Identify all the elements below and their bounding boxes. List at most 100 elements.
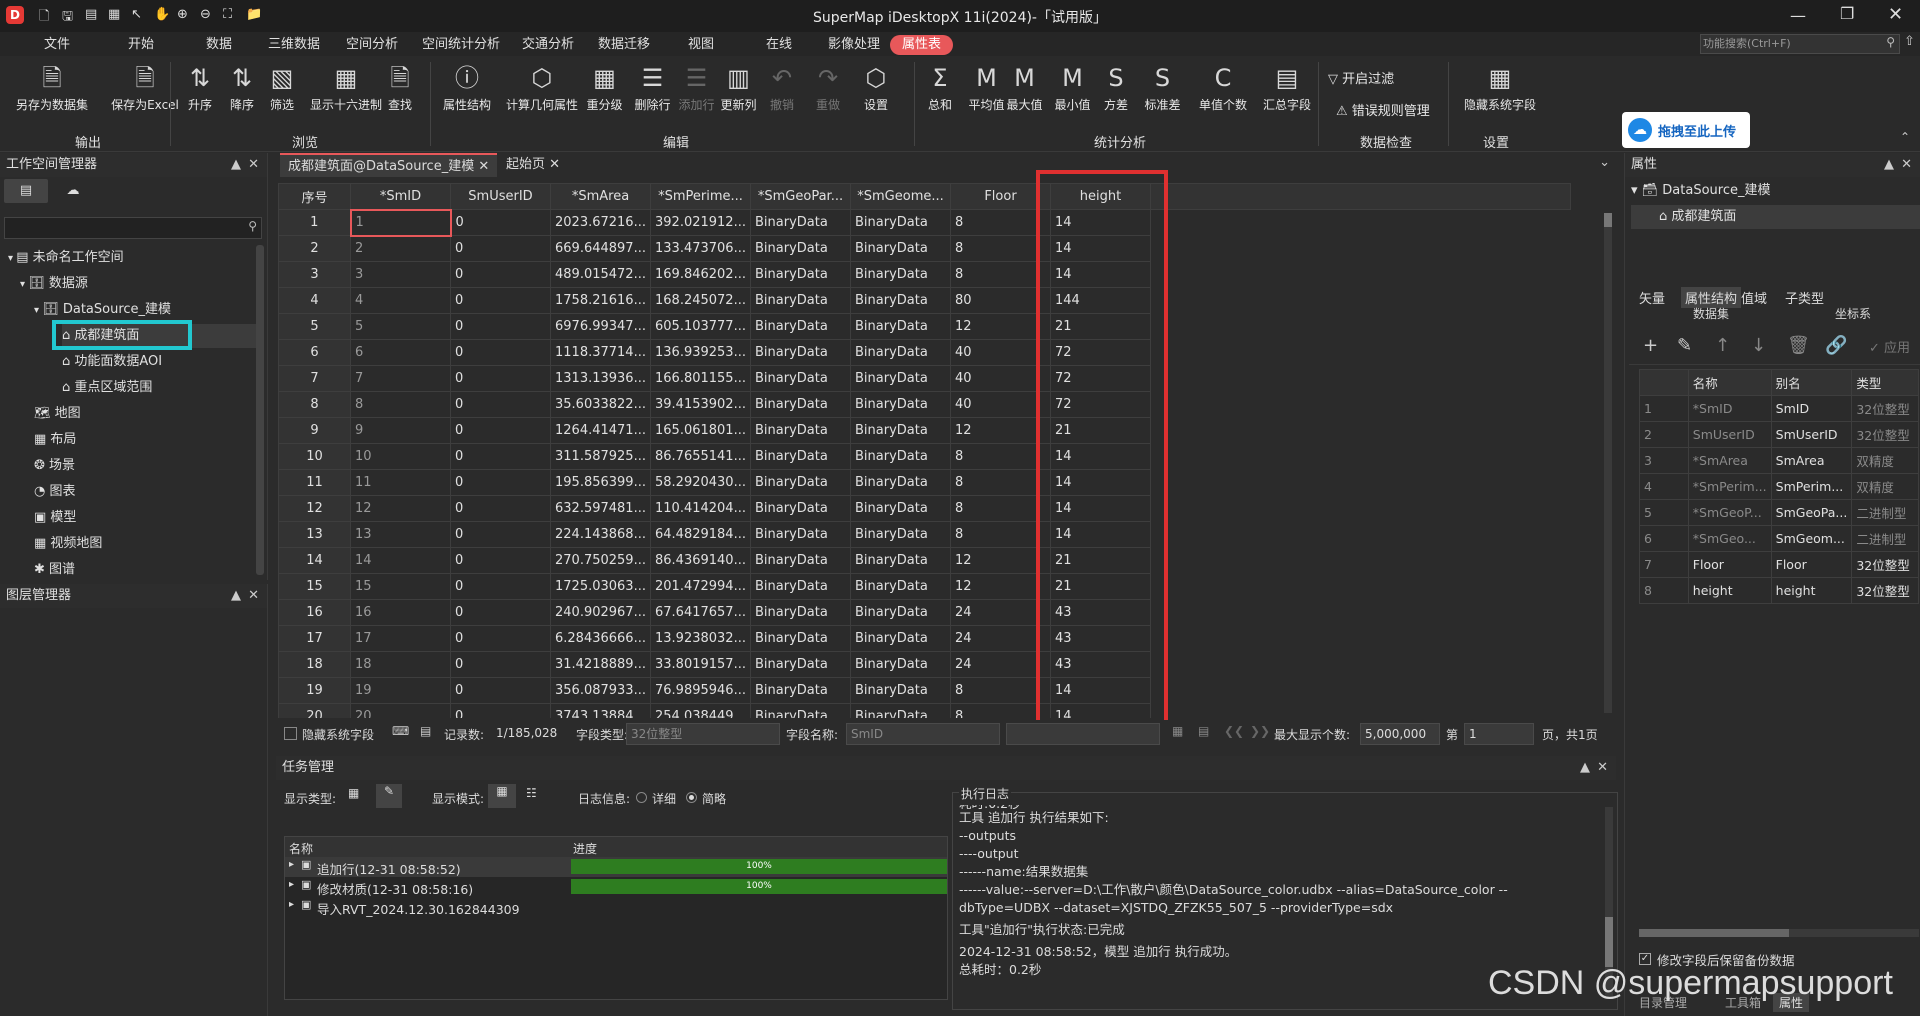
prop-cell[interactable]: 32位整型: [1851, 421, 1919, 448]
table-cell[interactable]: 1118.37714...: [550, 339, 651, 366]
menu-tab-8[interactable]: 视图: [682, 35, 720, 55]
hide-system-checkbox[interactable]: [284, 727, 297, 740]
table-cell[interactable]: 8: [350, 391, 451, 418]
column-header[interactable]: *SmID: [350, 183, 451, 210]
table-cell[interactable]: 1313.13936...: [550, 365, 651, 392]
prop-cell[interactable]: 二进制型: [1851, 525, 1919, 552]
move-up-icon[interactable]: ↑: [1715, 335, 1730, 356]
table-cell[interactable]: 10: [278, 443, 351, 470]
calendar-icon[interactable]: ▦: [348, 786, 359, 800]
prop-cell[interactable]: SmGeoPa...: [1770, 499, 1853, 526]
menu-tab-10[interactable]: 影像处理: [822, 35, 886, 55]
prop-cell[interactable]: SmPerim...: [1770, 473, 1853, 500]
table-cell[interactable]: BinaryData: [750, 677, 851, 704]
table-cell[interactable]: 17: [350, 625, 451, 652]
table-cell[interactable]: 0: [450, 339, 551, 366]
table-scrollbar[interactable]: [1604, 213, 1612, 713]
ribbon-browse-button-4[interactable]: 🗎 查找: [380, 60, 420, 124]
list-icon[interactable]: ▤: [1198, 724, 1209, 738]
apply-button[interactable]: ✓ 应用: [1869, 337, 1910, 356]
close-window-icon[interactable]: ✕: [1888, 4, 1903, 25]
prop-cell[interactable]: SmUserID: [1770, 421, 1853, 448]
table-cell[interactable]: 0: [450, 573, 551, 600]
table-cell[interactable]: BinaryData: [850, 339, 951, 366]
table-row[interactable]: 6 6 0 1118.37714... 136.939253... BinaryData B…: [278, 339, 1571, 366]
table-cell[interactable]: 20: [278, 703, 351, 718]
close-icon[interactable]: ✕: [1901, 153, 1912, 177]
ribbon-edit-button-5[interactable]: ▥ 更新列: [714, 60, 763, 124]
table-cell[interactable]: 6: [350, 339, 451, 366]
table-cell[interactable]: BinaryData: [750, 235, 851, 262]
workspace-tree-item-2[interactable]: ▾ 🗄 DataSource_建模: [34, 298, 171, 322]
table-cell[interactable]: 0: [450, 703, 551, 718]
column-header[interactable]: *SmGeome...: [850, 183, 951, 210]
ribbon-stats-button-4[interactable]: S 方差: [1096, 60, 1136, 124]
expand-arrow-icon[interactable]: ▸: [289, 879, 294, 890]
menu-tab-9[interactable]: 在线: [760, 35, 798, 55]
table-cell[interactable]: 39.4153902...: [650, 391, 751, 418]
table-cell[interactable]: 0: [450, 677, 551, 704]
resource-tab-icon[interactable]: ☁: [58, 179, 88, 203]
prop-cell[interactable]: *SmPerim...: [1687, 473, 1772, 500]
table-cell[interactable]: BinaryData: [750, 287, 851, 314]
table-cell[interactable]: BinaryData: [850, 547, 951, 574]
table-cell[interactable]: BinaryData: [850, 443, 951, 470]
prop-cell[interactable]: 4: [1639, 473, 1689, 500]
table-row[interactable]: 20 20 0 3743.13884... 254.038449... BinaryDat…: [278, 703, 1571, 718]
ribbon-settings-button-0[interactable]: ▦ 隐藏系统字段: [1456, 60, 1544, 124]
prop-cell[interactable]: height: [1770, 577, 1853, 604]
workspace-tree-item-5[interactable]: ⌂ 重点区域范围: [62, 376, 152, 400]
ribbon-edit-button-0[interactable]: ⓘ 属性结构: [436, 60, 498, 124]
table-cell[interactable]: BinaryData: [750, 703, 851, 718]
table-row[interactable]: 1 1 0 2023.67216... 392.021912... BinaryData B…: [278, 208, 1571, 237]
table-row[interactable]: 18 18 0 31.4218889... 33.8019157... BinaryDat…: [278, 651, 1571, 678]
table-row[interactable]: 11 11 0 195.856399... 58.2920430... BinaryDat…: [278, 469, 1571, 496]
table-cell[interactable]: 18: [350, 651, 451, 678]
grid-mode-icon[interactable]: ▦: [488, 784, 516, 808]
prop-row[interactable]: 6 *SmGeo... SmGeom... 二进制型: [1639, 525, 1919, 552]
table-cell[interactable]: 1: [278, 209, 351, 236]
table-cell[interactable]: BinaryData: [850, 235, 951, 262]
table-row[interactable]: 7 7 0 1313.13936... 166.801155... BinaryData B…: [278, 365, 1571, 392]
table-cell[interactable]: 254.038449...: [650, 703, 751, 718]
prev-page-icon[interactable]: ❮❮: [1224, 724, 1244, 738]
prop-cell[interactable]: height: [1687, 577, 1772, 604]
detail-radio[interactable]: [636, 792, 647, 803]
menu-tab-6[interactable]: 交通分析: [516, 35, 580, 55]
add-field-icon[interactable]: +: [1643, 335, 1658, 356]
expand-arrow-icon[interactable]: ▾: [20, 279, 28, 290]
menu-tab-0[interactable]: 文件: [38, 35, 76, 55]
table-cell[interactable]: 86.4369140...: [650, 547, 751, 574]
table-cell[interactable]: BinaryData: [850, 391, 951, 418]
table-cell[interactable]: 224.143868...: [550, 521, 651, 548]
table-cell[interactable]: 1725.03063...: [550, 573, 651, 600]
menu-tab-11[interactable]: 属性表: [890, 35, 954, 55]
column-header[interactable]: SmUserID: [450, 183, 551, 210]
menu-tab-2[interactable]: 数据: [200, 35, 238, 55]
table-cell[interactable]: 0: [450, 417, 551, 444]
table-view-icon[interactable]: ▤: [420, 724, 431, 738]
table-cell[interactable]: 201.472994...: [650, 573, 751, 600]
table-cell[interactable]: BinaryData: [750, 651, 851, 678]
table-cell[interactable]: BinaryData: [750, 599, 851, 626]
prop-cell[interactable]: 2: [1639, 421, 1689, 448]
table-cell[interactable]: 165.061801...: [650, 417, 751, 444]
table-row[interactable]: 9 9 0 1264.41471... 165.061801... BinaryData B…: [278, 417, 1571, 444]
next-page-icon[interactable]: ❯❯: [1250, 724, 1270, 738]
table-cell[interactable]: 14: [278, 547, 351, 574]
workspace-tab-icon[interactable]: ▤: [4, 179, 48, 203]
table-cell[interactable]: 0: [450, 235, 551, 262]
workspace-tree-item-10[interactable]: ▣ 模型: [34, 506, 76, 530]
table-cell[interactable]: BinaryData: [750, 339, 851, 366]
table-cell[interactable]: 11: [278, 469, 351, 496]
table-cell[interactable]: 270.750259...: [550, 547, 651, 574]
table-cell[interactable]: BinaryData: [850, 573, 951, 600]
ribbon-edit-button-3[interactable]: ☰ 删除行: [628, 60, 677, 124]
search-icon[interactable]: ⚲: [1886, 35, 1895, 49]
table-cell[interactable]: 0: [450, 469, 551, 496]
prop-column-header[interactable]: 类型: [1851, 369, 1919, 396]
table-cell[interactable]: 5: [350, 313, 451, 340]
table-cell[interactable]: 15: [278, 573, 351, 600]
table-cell[interactable]: 136.939253...: [650, 339, 751, 366]
ribbon-edit-button-2[interactable]: ▦ 重分级: [580, 60, 629, 124]
